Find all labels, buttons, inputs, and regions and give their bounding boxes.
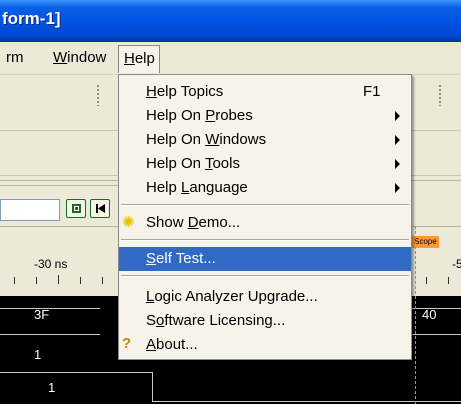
- time-cursor[interactable]: [415, 226, 416, 404]
- time-tick: [102, 277, 103, 284]
- menu-help-hotkey: H: [124, 50, 135, 67]
- bus-line: [0, 308, 100, 309]
- menu-item-help-on-windows[interactable]: Help On Windows: [119, 128, 411, 152]
- stop-button[interactable]: [66, 199, 86, 218]
- scope-marker[interactable]: Scope: [412, 236, 439, 248]
- time-tick: [36, 277, 37, 284]
- divider: [0, 185, 118, 186]
- menu-item-help-language[interactable]: Help Language: [119, 176, 411, 200]
- toolbar-grip-right[interactable]: [438, 84, 442, 106]
- menu-window[interactable]: Window: [53, 49, 106, 66]
- time-tick: [448, 277, 449, 284]
- signal-line: [0, 372, 152, 373]
- submenu-arrow-icon: [395, 183, 400, 193]
- submenu-arrow-icon: [395, 159, 400, 169]
- title-bar: form-1]: [0, 0, 461, 42]
- menu-item-help-on-probes[interactable]: Help On Probes: [119, 104, 411, 128]
- menu-item-help-on-tools[interactable]: Help On Tools: [119, 152, 411, 176]
- menu-separator: [121, 204, 409, 206]
- menu-item-logic-analyzer-upgrade[interactable]: Logic Analyzer Upgrade...: [119, 285, 411, 309]
- signal-value: 1: [48, 380, 56, 395]
- window-title: form-1]: [2, 9, 61, 28]
- menu-help[interactable]: Help: [118, 45, 160, 73]
- menu-item-about[interactable]: ? About...: [119, 333, 411, 357]
- time-tick: [80, 277, 81, 284]
- time-label-left: -30 ns: [34, 257, 68, 271]
- menu-item-software-licensing[interactable]: Software Licensing...: [119, 309, 411, 333]
- help-question-icon: ?: [122, 335, 132, 352]
- bus-line: [412, 308, 461, 309]
- value-field[interactable]: [0, 199, 60, 221]
- menu-form[interactable]: rm: [6, 49, 24, 66]
- submenu-arrow-icon: [395, 135, 400, 145]
- signal-value: 1: [34, 347, 42, 362]
- divider: [0, 180, 118, 181]
- divider: [412, 180, 461, 181]
- time-tick: [58, 275, 59, 284]
- menu-item-label: Help On Probes: [146, 107, 253, 124]
- time-tick: [14, 277, 15, 284]
- menu-item-label: Help Topics: [146, 83, 224, 100]
- menu-window-rest: indow: [67, 49, 107, 66]
- menu-item-help-topics[interactable]: Help Topics F1: [119, 80, 411, 104]
- go-to-start-button[interactable]: [90, 199, 110, 218]
- menu-window-hotkey: W: [53, 49, 68, 66]
- menu-item-label: Self Test...: [146, 250, 216, 267]
- menu-item-show-demo[interactable]: ✺ Show Demo...: [119, 211, 411, 235]
- bus-line: [0, 334, 100, 335]
- menu-item-label: Logic Analyzer Upgrade...: [146, 288, 318, 305]
- menu-separator: [121, 275, 409, 277]
- menu-help-rest: elp: [134, 50, 155, 67]
- menu-separator: [121, 239, 409, 241]
- help-menu-dropdown: Help Topics F1 Help On Probes Help On Wi…: [118, 74, 412, 360]
- submenu-arrow-icon: [395, 111, 400, 121]
- lightbulb-icon: ✺: [122, 214, 135, 231]
- menu-item-label: Help On Windows: [146, 131, 267, 148]
- shortcut-label: F1: [363, 83, 381, 100]
- menu-item-label: Show Demo...: [146, 214, 241, 231]
- menu-item-label: Software Licensing...: [146, 312, 286, 329]
- stop-square-icon: [72, 204, 81, 213]
- menu-item-self-test[interactable]: Self Test...: [119, 247, 411, 271]
- toolbar-grip[interactable]: [96, 84, 100, 106]
- time-tick: [426, 277, 427, 284]
- menu-bar: rm Window Help: [0, 42, 461, 75]
- go-to-start-icon: [96, 204, 105, 213]
- bus-value-left: 3F: [34, 307, 50, 322]
- signal-edge: [152, 372, 153, 402]
- menu-item-label: Help On Tools: [146, 155, 240, 172]
- time-label-right: -5: [452, 257, 461, 271]
- bus-line: [412, 334, 461, 335]
- menu-item-label: Help Language: [146, 179, 248, 196]
- menu-item-label: About...: [146, 336, 198, 353]
- bus-value-right: 40: [422, 307, 437, 322]
